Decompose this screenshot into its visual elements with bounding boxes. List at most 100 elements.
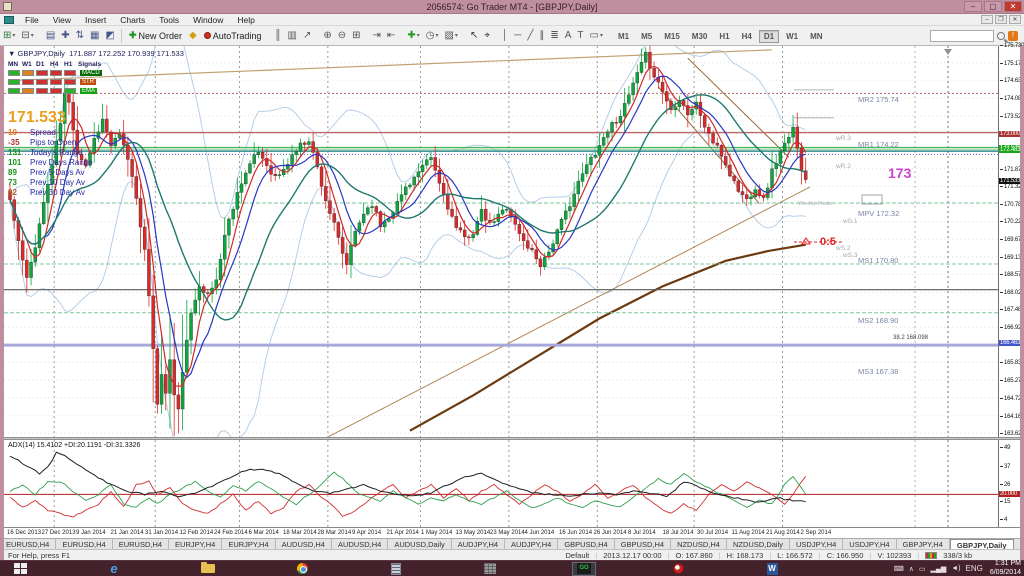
timeframe-m15[interactable]: M15 (659, 30, 685, 43)
maximize-button[interactable]: ▢ (984, 1, 1002, 12)
text-icon[interactable]: A (562, 28, 575, 44)
line-chart-icon[interactable]: ↗ (300, 28, 314, 44)
crosshair-icon[interactable]: ⌖ (481, 28, 493, 44)
community-icon[interactable]: ! (1008, 31, 1018, 41)
chart-tab-gbpjpy-daily[interactable]: GBPJPY,Daily (950, 539, 1014, 549)
chart-tab-audjpy-h4[interactable]: AUDJPY,H4 (505, 539, 558, 549)
close-button[interactable]: ✕ (1004, 1, 1022, 12)
fibonacci-icon[interactable]: ≣ (547, 28, 561, 44)
horizontal-line-icon[interactable]: ─ (511, 28, 524, 44)
chart-tab-gbpusd-h4[interactable]: GBPUSD,H4 (558, 539, 614, 549)
menu-charts[interactable]: Charts (113, 15, 152, 25)
auto-scroll-icon[interactable]: ⇥ (370, 28, 384, 44)
chart-tab-eurusd-h4[interactable]: EURUSD,H4 (113, 539, 169, 549)
taskbar-chrome[interactable] (290, 562, 314, 576)
dropdown-arrow-icon[interactable]: ▾ (600, 32, 603, 39)
indicators-icon[interactable]: ✚▾ (404, 28, 422, 44)
chart-tab-eurjpy-h4[interactable]: EURJPY,H4 (222, 539, 275, 549)
navigator-icon[interactable]: ⇅ (73, 28, 87, 44)
chart-shift-icon[interactable]: ⇤ (384, 28, 398, 44)
keyboard-icon[interactable]: ⌨ (894, 565, 904, 573)
chart-tab-audjpy-h4[interactable]: AUDJPY,H4 (452, 539, 505, 549)
taskbar-word[interactable]: W (760, 562, 784, 576)
menu-window[interactable]: Window (186, 15, 230, 25)
chart-tab-eurjpy-h4[interactable]: EURJPY,H4 (169, 539, 222, 549)
main-chart-panel[interactable]: MR2 175.74wR.3MR1 174.22wR.2173Weekly Pi… (4, 46, 1020, 437)
timeframe-m30[interactable]: M30 (687, 30, 713, 43)
label-icon[interactable]: T (574, 28, 586, 44)
chart-tab-eurusd-h4[interactable]: EURUSD,H4 (56, 539, 112, 549)
date-axis[interactable]: 16 Dec 201327 Dec 20139 Jan 201421 Jan 2… (4, 527, 1020, 538)
templates-icon[interactable]: ▧▾ (441, 28, 460, 44)
autotrading-button[interactable]: AutoTrading (200, 28, 266, 44)
pc-icon[interactable]: ▭ (919, 565, 926, 573)
menu-insert[interactable]: Insert (78, 15, 113, 25)
menu-view[interactable]: View (46, 15, 78, 25)
chart-tab-eurusd-h4[interactable]: EURUSD,H4 (0, 539, 56, 549)
timeframe-h4[interactable]: H4 (737, 30, 757, 43)
menu-file[interactable]: File (18, 15, 46, 25)
data-window-icon[interactable]: ✚ (58, 28, 72, 44)
minimize-button[interactable]: – (964, 1, 982, 12)
periods-icon[interactable]: ◷▾ (423, 28, 442, 44)
child-minimize-button[interactable]: – (981, 15, 993, 24)
dropdown-arrow-icon[interactable]: ▾ (31, 32, 34, 39)
search-input[interactable] (930, 30, 994, 42)
shapes-icon[interactable]: ▭▾ (587, 28, 606, 44)
dropdown-arrow-icon[interactable]: ▾ (435, 32, 438, 39)
cursor-icon[interactable]: ↖ (467, 28, 481, 44)
channel-icon[interactable]: ∥ (536, 28, 547, 44)
menu-help[interactable]: Help (230, 15, 261, 25)
chart-tab-usdjpy-h4[interactable]: USDJPY,H4 (843, 539, 896, 549)
market-watch-icon[interactable]: ▤ (43, 28, 58, 44)
zoom-out-icon[interactable]: ⊖ (335, 28, 349, 44)
price-axis[interactable]: 175.730175.175174.635174.080173.525171.8… (998, 46, 1020, 437)
adx-chart[interactable] (4, 440, 998, 527)
dropdown-arrow-icon[interactable]: ▾ (455, 32, 458, 39)
taskbar-metatrader[interactable] (666, 562, 690, 576)
terminal-icon[interactable]: ▦ (87, 28, 102, 44)
taskbar-calculator[interactable] (384, 562, 408, 576)
chart-menu-icon[interactable] (4, 16, 14, 24)
chart-tab-audusd-daily[interactable]: AUDUSD,Daily (388, 539, 451, 549)
chart-tab-nzdusd-h4[interactable]: NZDUSD,H4 (671, 539, 727, 549)
zoom-in-icon[interactable]: ⊕ (320, 28, 334, 44)
strategy-tester-icon[interactable]: ◩ (103, 28, 118, 44)
start-button[interactable] (8, 562, 32, 576)
volume-icon[interactable]: ◄) (951, 565, 960, 572)
adx-panel[interactable]: ADX(14) 15.4102 +DI:20.1191 -DI:31.3326 … (4, 440, 1020, 527)
chart-tab-nzdusd-daily[interactable]: NZDUSD,Daily (727, 539, 790, 549)
new-chart-icon[interactable]: ⊞▾ (0, 28, 18, 44)
timeframe-mn[interactable]: MN (805, 30, 827, 43)
child-close-button[interactable]: ✕ (1009, 15, 1021, 24)
language-indicator[interactable]: ENG (966, 564, 983, 573)
bar-chart-icon[interactable]: ║ (271, 28, 284, 44)
vertical-line-icon[interactable]: │ (499, 28, 511, 44)
adx-axis[interactable]: 49372615420.000 (998, 440, 1020, 527)
title-bar[interactable]: 2056574: Go Trader MT4 - [GBPJPY,Daily] … (0, 0, 1024, 14)
chart-tab-gbpjpy-h4[interactable]: GBPJPY,H4 (897, 539, 950, 549)
tile-windows-icon[interactable]: ⊞ (349, 28, 363, 44)
taskbar-app-grid[interactable] (478, 562, 502, 576)
child-restore-button[interactable]: ❐ (995, 15, 1007, 24)
signal-icon[interactable]: ▂▄▆ (931, 565, 947, 573)
menu-tools[interactable]: Tools (152, 15, 186, 25)
timeframe-d1[interactable]: D1 (759, 30, 779, 43)
chart-tab-usdjpy-h4[interactable]: USDJPY,H4 (790, 539, 843, 549)
chart-tab-audusd-h4[interactable]: AUDUSD,H4 (332, 539, 388, 549)
taskbar-file-explorer[interactable] (196, 562, 220, 576)
timeframe-m5[interactable]: M5 (636, 30, 657, 43)
trendline-icon[interactable]: ╱ (524, 28, 536, 44)
tray-clock[interactable]: 1:31 PM6/09/2014 (990, 560, 1021, 576)
candlestick-icon[interactable]: ▥ (285, 28, 300, 44)
dropdown-arrow-icon[interactable]: ▾ (12, 32, 15, 39)
new-order-button[interactable]: ✚New Order (125, 28, 186, 44)
timeframe-h1[interactable]: H1 (714, 30, 734, 43)
profiles-icon[interactable]: ⊟▾ (18, 28, 36, 44)
price-chart[interactable]: MR2 175.74wR.3MR1 174.22wR.2173Weekly Pi… (4, 46, 998, 437)
taskbar-go-trader-active[interactable]: GO (572, 562, 596, 576)
dropdown-arrow-icon[interactable]: ▾ (417, 32, 420, 39)
timeframe-m1[interactable]: M1 (613, 30, 634, 43)
chevron-up-icon[interactable]: ∧ (909, 565, 914, 573)
timeframe-w1[interactable]: W1 (781, 30, 803, 43)
